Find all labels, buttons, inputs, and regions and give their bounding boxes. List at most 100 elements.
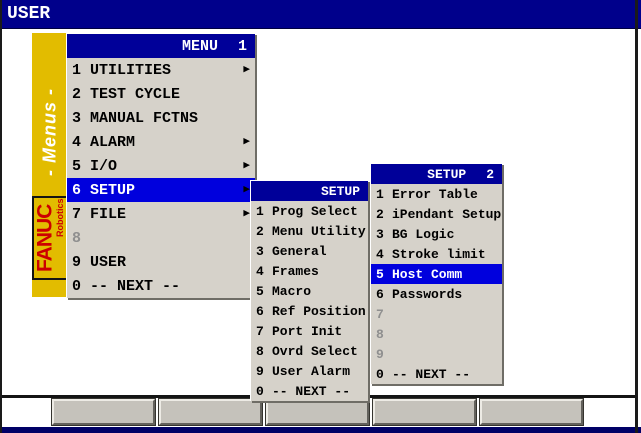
menu-item-ovrd-select[interactable]: 8Ovrd Select [251, 341, 368, 361]
menu-item-label: Ovrd Select [272, 344, 363, 359]
setup2-menu-header: SETUP 2 [371, 164, 502, 184]
menu-item-prog-select[interactable]: 1Prog Select [251, 201, 368, 221]
window-right-border [635, 0, 638, 433]
setup-menu-header: SETUP [251, 181, 368, 201]
menu-item-number: 5 [72, 158, 90, 175]
title-bar: USER [0, 0, 641, 29]
setup-menu-popup: SETUP 1Prog Select2Menu Utility3General4… [250, 180, 368, 401]
menu-item-host-comm[interactable]: 5Host Comm [371, 264, 502, 284]
menu-item-i-o[interactable]: 5I/O▶ [67, 154, 255, 178]
menu-item-number: 2 [376, 207, 392, 222]
menu-item-setup[interactable]: 6SETUP▶ [67, 178, 255, 202]
menu-item-stroke-limit[interactable]: 4Stroke limit [371, 244, 502, 264]
fanuc-logo: FANUC Robotics [32, 196, 68, 280]
menu-item-label: -- NEXT -- [392, 367, 497, 382]
menu-item-number: 7 [256, 324, 272, 339]
menu-item-number: 4 [72, 134, 90, 151]
menu-item-ref-position[interactable]: 6Ref Position [251, 301, 368, 321]
menu-item-label: BG Logic [392, 227, 497, 242]
menu-item-label: User Alarm [272, 364, 363, 379]
setup-menu-title: SETUP [321, 184, 360, 199]
menu-item-number: 1 [72, 62, 90, 79]
menu-item-number: 6 [72, 182, 90, 199]
menu-item-label: Passwords [392, 287, 497, 302]
menu-item-label: General [272, 244, 363, 259]
menu-item-frames[interactable]: 4Frames [251, 261, 368, 281]
menu-item-next[interactable]: 0-- NEXT -- [371, 364, 502, 384]
menu-item-menu-utility[interactable]: 2Menu Utility [251, 221, 368, 241]
submenu-arrow-icon: ▶ [243, 65, 250, 76]
menu-item-label: ALARM [90, 134, 243, 151]
function-key-4[interactable] [373, 399, 476, 425]
menu-item-label: TEST CYCLE [90, 86, 250, 103]
menu-item-label: -- NEXT -- [90, 278, 250, 295]
function-key-2[interactable] [159, 399, 262, 425]
menu-item-port-init[interactable]: 7Port Init [251, 321, 368, 341]
menu-item-number: 3 [376, 227, 392, 242]
menu-item-user-alarm[interactable]: 9User Alarm [251, 361, 368, 381]
menu-item-label: FILE [90, 206, 243, 223]
menu-item-bg-logic[interactable]: 3BG Logic [371, 224, 502, 244]
menu-item-number: 0 [376, 367, 392, 382]
function-key-row [52, 399, 583, 425]
menu-item-number: 1 [256, 204, 272, 219]
menu-item-number: 6 [256, 304, 272, 319]
menu-item-number: 8 [376, 327, 392, 342]
menu-item-label: Stroke limit [392, 247, 497, 262]
menu-item-label: Frames [272, 264, 363, 279]
menu-item-ipendant-setup[interactable]: 2iPendant Setup [371, 204, 502, 224]
main-menu-items: 1UTILITIES▶2TEST CYCLE3MANUAL FCTNS4ALAR… [67, 58, 255, 298]
menu-item-number: 8 [72, 230, 90, 247]
menu-item-number: 0 [72, 278, 90, 295]
setup2-menu-title: SETUP [427, 167, 466, 182]
menu-item-test-cycle[interactable]: 2TEST CYCLE [67, 82, 255, 106]
menu-item-number: 9 [72, 254, 90, 271]
menu-item-label: UTILITIES [90, 62, 243, 79]
setup2-menu-page-number: 2 [486, 167, 494, 182]
menu-item-label: MANUAL FCTNS [90, 110, 250, 127]
menu-item-manual-fctns[interactable]: 3MANUAL FCTNS [67, 106, 255, 130]
menu-item-label: -- NEXT -- [272, 384, 363, 399]
menu-item-label: Ref Position [272, 304, 366, 319]
menu-item-alarm[interactable]: 4ALARM▶ [67, 130, 255, 154]
menu-item-number: 3 [256, 244, 272, 259]
menu-item-blank-9: 9 [371, 344, 502, 364]
submenu-arrow-icon: ▶ [243, 185, 250, 196]
menu-item-label: SETUP [90, 182, 243, 199]
menu-item-number: 6 [376, 287, 392, 302]
menu-item-label: Menu Utility [272, 224, 366, 239]
menu-item-blank-8: 8 [371, 324, 502, 344]
menu-item-number: 2 [256, 224, 272, 239]
menu-item-number: 5 [256, 284, 272, 299]
menu-item-number: 9 [256, 364, 272, 379]
menu-item-label: Macro [272, 284, 363, 299]
menu-item-utilities[interactable]: 1UTILITIES▶ [67, 58, 255, 82]
menu-item-error-table[interactable]: 1Error Table [371, 184, 502, 204]
setup-menu-items: 1Prog Select2Menu Utility3General4Frames… [251, 201, 368, 401]
menu-item-number: 8 [256, 344, 272, 359]
menu-item-macro[interactable]: 5Macro [251, 281, 368, 301]
menu-item-number: 0 [256, 384, 272, 399]
menu-item-file[interactable]: 7FILE▶ [67, 202, 255, 226]
menu-item-label: USER [90, 254, 250, 271]
window-bottom-bar [0, 427, 641, 433]
window-left-border [0, 0, 2, 433]
menu-item-label: I/O [90, 158, 243, 175]
menu-item-passwords[interactable]: 6Passwords [371, 284, 502, 304]
function-key-3[interactable] [266, 399, 369, 425]
menu-item-blank-8: 8 [67, 226, 255, 250]
menu-item-number: 7 [72, 206, 90, 223]
function-key-1[interactable] [52, 399, 155, 425]
menu-item-next[interactable]: 0-- NEXT -- [251, 381, 368, 401]
menu-item-general[interactable]: 3General [251, 241, 368, 261]
menu-item-next[interactable]: 0-- NEXT -- [67, 274, 255, 298]
menu-item-label: Error Table [392, 187, 497, 202]
function-key-5[interactable] [480, 399, 583, 425]
menu-item-label: iPendant Setup [392, 207, 501, 222]
main-menu-page-number: 1 [238, 38, 247, 55]
menu-item-number: 9 [376, 347, 392, 362]
menu-item-label: Prog Select [272, 204, 363, 219]
window-title: USER [7, 4, 50, 24]
submenu-arrow-icon: ▶ [243, 209, 250, 220]
menu-item-user[interactable]: 9USER [67, 250, 255, 274]
